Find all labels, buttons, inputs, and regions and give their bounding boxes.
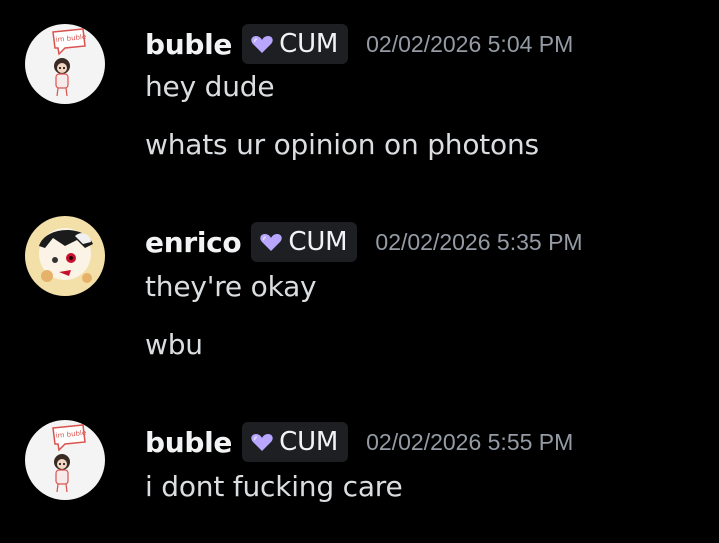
message-text: hey dude xyxy=(145,70,275,103)
guild-tag[interactable]: CUM xyxy=(242,422,349,462)
purple-heart-icon xyxy=(251,36,273,53)
enrico-avatar-icon xyxy=(25,216,105,296)
purple-heart-icon xyxy=(260,234,283,251)
username[interactable]: enrico xyxy=(145,226,242,259)
message-header: enrico CUM 02/02/2026 5:35 PM xyxy=(145,220,583,264)
avatar[interactable]: im buble xyxy=(25,420,105,500)
guild-tag-text: CUM xyxy=(288,227,348,257)
message-text: whats ur opinion on photons xyxy=(145,128,539,161)
message-text: they're okay xyxy=(145,270,317,303)
timestamp[interactable]: 02/02/2026 5:04 PM xyxy=(366,31,573,58)
chat-log: im buble buble CUM 02/02/2026 5:04 PM he… xyxy=(0,0,719,543)
username[interactable]: buble xyxy=(145,28,232,61)
message-text: wbu xyxy=(145,328,203,361)
username[interactable]: buble xyxy=(145,426,232,459)
guild-tag[interactable]: CUM xyxy=(251,222,358,262)
guild-tag-text: CUM xyxy=(279,29,339,59)
message-header: buble CUM 02/02/2026 5:55 PM xyxy=(145,420,573,464)
timestamp[interactable]: 02/02/2026 5:55 PM xyxy=(366,429,573,456)
buble-avatar-icon: im buble xyxy=(25,420,105,500)
buble-avatar-icon: im buble xyxy=(25,24,105,104)
guild-tag[interactable]: CUM xyxy=(242,24,349,64)
purple-heart-icon xyxy=(251,434,273,451)
timestamp[interactable]: 02/02/2026 5:35 PM xyxy=(375,229,582,256)
avatar[interactable] xyxy=(25,216,105,296)
message-header: buble CUM 02/02/2026 5:04 PM xyxy=(145,22,573,66)
message-text: i dont fucking care xyxy=(145,470,403,503)
avatar[interactable]: im buble xyxy=(25,24,105,104)
guild-tag-text: CUM xyxy=(279,427,339,457)
